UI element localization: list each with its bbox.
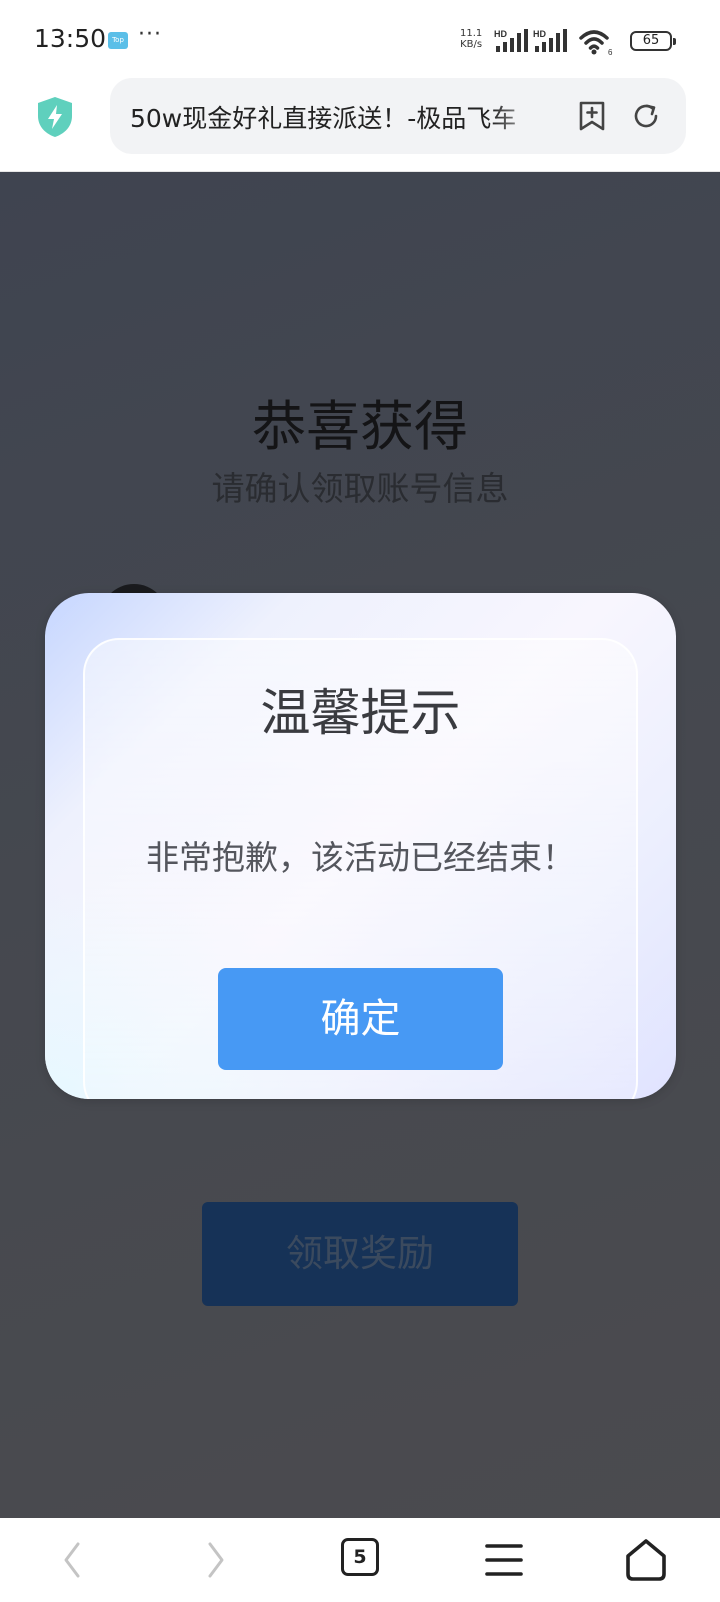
browser-address-bar: 50w现金好礼直接派送！-极品飞车 (0, 78, 720, 172)
status-time: 13:50 (34, 24, 107, 53)
home-icon[interactable] (622, 1536, 670, 1584)
network-speed-unit: KB/s (460, 39, 483, 50)
more-notifications-icon: ··· (138, 22, 162, 47)
wifi-index: 6 (608, 48, 613, 56)
dialog-message: 非常抱歉，该活动已经结束！ (146, 838, 575, 877)
signal-2-hd-label: HD (533, 29, 546, 39)
refresh-icon[interactable] (630, 100, 662, 132)
status-bar: 13:50 Top ··· 11.1 KB/s HD HD 6 65 (0, 0, 720, 78)
app-notification-icon: Top (108, 32, 128, 49)
claim-reward-button[interactable]: 领取奖励 (202, 1202, 518, 1306)
shield-bolt-icon[interactable] (36, 96, 74, 138)
confirm-button[interactable]: 确定 (218, 968, 503, 1070)
status-indicators: 11.1 KB/s HD HD 6 65 (460, 26, 720, 56)
cell-signal-icon: HD (494, 29, 528, 52)
tabs-icon[interactable]: 5 (341, 1538, 379, 1576)
forward-icon[interactable] (192, 1536, 240, 1584)
signal-hd-label: HD (494, 29, 507, 39)
menu-icon[interactable] (480, 1536, 528, 1584)
page-subheading: 请确认领取账号信息 (211, 469, 509, 508)
network-speed-value: 11.1 (460, 28, 483, 39)
back-icon[interactable] (48, 1536, 96, 1584)
page-heading: 恭喜获得 (252, 395, 468, 458)
notice-dialog: 温馨提示 非常抱歉，该活动已经结束！ 确定 (45, 593, 676, 1099)
page-title-in-url[interactable]: 50w现金好礼直接派送！-极品飞车 (130, 99, 550, 135)
network-speed: 11.1 KB/s (460, 28, 482, 50)
browser-bottom-nav: 5 (0, 1518, 720, 1602)
cell-signal-2-icon: HD (533, 29, 567, 52)
dialog-title: 温馨提示 (260, 684, 461, 742)
bookmark-add-icon[interactable] (576, 100, 608, 132)
wifi-icon: 6 (579, 30, 613, 56)
url-field[interactable]: 50w现金好礼直接派送！-极品飞车 (110, 78, 686, 154)
battery-icon: 65 (630, 31, 676, 51)
